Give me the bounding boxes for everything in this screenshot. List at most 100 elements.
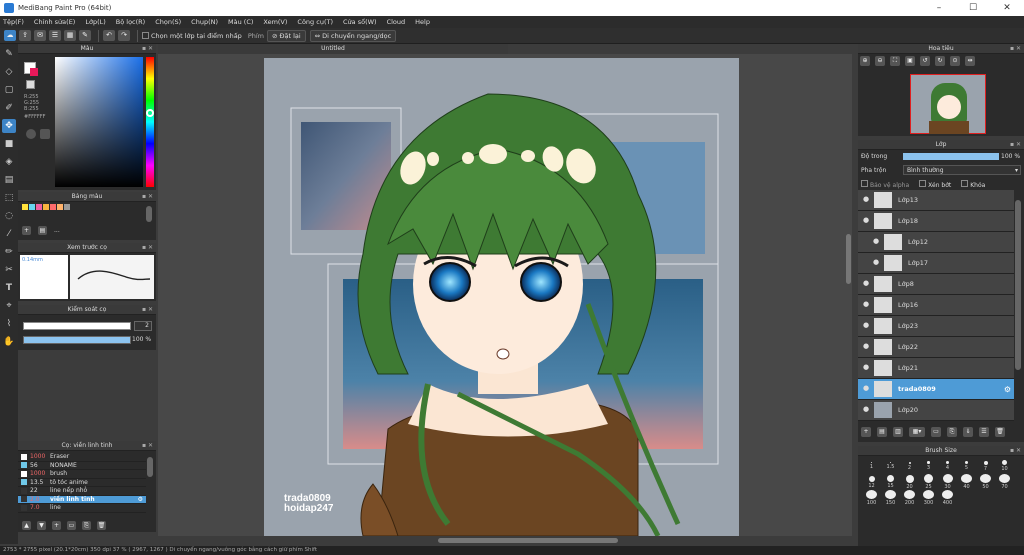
layer-item[interactable]: ● Lớp18 <box>858 211 1014 232</box>
flip-icon[interactable]: ⇹ <box>965 56 975 66</box>
brush-size-option[interactable]: 1 <box>862 458 881 474</box>
zoom-out-icon[interactable]: ⊖ <box>875 56 885 66</box>
brush-opacity-slider[interactable] <box>23 336 131 344</box>
hand-tool-icon[interactable]: ✋ <box>2 335 16 349</box>
actual-size-icon[interactable]: ▣ <box>905 56 915 66</box>
brush-size-option[interactable]: 70 <box>995 474 1014 490</box>
brush-up-icon[interactable]: ▲ <box>22 521 31 530</box>
eye-icon[interactable]: ● <box>871 258 881 268</box>
grid-icon[interactable]: ▦ <box>64 30 76 41</box>
brush-size-option[interactable]: 150 <box>881 490 900 506</box>
brush-size-option[interactable]: 200 <box>900 490 919 506</box>
eye-icon[interactable]: ● <box>861 279 871 289</box>
eye-icon[interactable]: ● <box>861 384 871 394</box>
brush-item[interactable]: 7.0 line <box>18 504 146 513</box>
brush-list-scrollbar[interactable] <box>147 457 153 477</box>
eye-icon[interactable]: ● <box>861 363 871 373</box>
select-layer-checkbox[interactable] <box>142 32 149 39</box>
duplicate-layer-icon[interactable]: ⎘ <box>947 427 957 437</box>
add-brush-icon[interactable]: + <box>52 521 61 530</box>
share-icon[interactable]: ✎ <box>79 30 91 41</box>
brush-size-option[interactable]: 50 <box>976 474 995 490</box>
select-eraser-tool-icon[interactable]: ✂ <box>2 263 16 277</box>
artwork[interactable] <box>158 54 852 536</box>
color-wheel-icon[interactable] <box>26 129 36 139</box>
menu-filter[interactable]: Bộ lọc(R) <box>116 18 145 26</box>
menu-window[interactable]: Cửa sổ(W) <box>343 18 377 26</box>
lock-option[interactable]: Khóa <box>961 180 985 189</box>
brush-item[interactable]: 22 line nếp nhỏ <box>18 487 146 496</box>
brush-size-option[interactable]: 10 <box>995 458 1014 474</box>
canvas-vertical-scrollbar[interactable] <box>846 234 851 284</box>
text-tool-icon[interactable]: T <box>2 281 16 295</box>
new-layer-icon[interactable]: + <box>861 427 871 437</box>
brush-down-icon[interactable]: ▼ <box>37 521 46 530</box>
brush-size-option[interactable]: 40 <box>957 474 976 490</box>
canvas-horizontal-scrollbar[interactable] <box>438 538 618 543</box>
hue-slider[interactable] <box>146 57 154 187</box>
brush-size-option[interactable]: 1.5 <box>881 458 900 474</box>
navigator-thumbnail[interactable] <box>910 74 986 134</box>
layer-settings-icon[interactable]: ☰ <box>979 427 989 437</box>
copy-brush-icon[interactable]: ⎘ <box>82 521 91 530</box>
magic-wand-tool-icon[interactable]: ⁄ <box>2 227 16 241</box>
undo-icon[interactable]: ↶ <box>103 30 115 41</box>
palette-scrollbar[interactable] <box>146 206 152 222</box>
blend-mode-select[interactable]: Bình thường ▾ <box>903 165 1021 175</box>
menu-view[interactable]: Xem(V) <box>263 18 287 26</box>
brush-size-option[interactable]: 5 <box>957 458 976 474</box>
zoom-in-icon[interactable]: ⊕ <box>860 56 870 66</box>
menu-tools[interactable]: Công cụ(T) <box>297 18 333 26</box>
eyedropper-tool-icon[interactable]: ⌇ <box>2 317 16 331</box>
delete-brush-icon[interactable]: 🗑 <box>97 521 106 530</box>
fit-icon[interactable]: ⛶ <box>890 56 900 66</box>
brush-item[interactable]: 13.5 tô tóc anime <box>18 479 146 487</box>
brush-size-option[interactable]: 2 <box>900 458 919 474</box>
eye-icon[interactable]: ● <box>861 195 871 205</box>
menu-layer[interactable]: Lớp(L) <box>85 18 105 26</box>
lasso-tool-icon[interactable]: ◌ <box>2 209 16 223</box>
bucket-tool-icon[interactable]: ◈ <box>2 155 16 169</box>
fill-rect-tool-icon[interactable]: ■ <box>2 137 16 151</box>
redo-icon[interactable]: ↷ <box>118 30 130 41</box>
dot-tool-icon[interactable]: ▢ <box>2 83 16 97</box>
hue-handle[interactable] <box>146 109 154 117</box>
clipping-option[interactable]: Xén bớt <box>919 180 951 189</box>
eye-icon[interactable]: ● <box>861 321 871 331</box>
brush-size-option[interactable]: 400 <box>938 490 957 506</box>
select-pen-tool-icon[interactable]: ✏ <box>2 245 16 259</box>
eye-icon[interactable]: ● <box>861 342 871 352</box>
layer-item[interactable]: ● Lớp17 <box>858 253 1014 274</box>
new-palette-icon[interactable]: + <box>22 226 31 235</box>
palette-swatch[interactable] <box>22 204 28 210</box>
canvas-tab[interactable]: Untitled <box>158 44 508 54</box>
brush-size-input[interactable]: 2 <box>134 321 152 331</box>
menu-edit[interactable]: Chỉnh sửa(E) <box>34 18 75 26</box>
minimize-button[interactable]: – <box>922 3 956 13</box>
divide-tool-icon[interactable]: ⌖ <box>2 299 16 313</box>
select-tool-icon[interactable]: ⬚ <box>2 191 16 205</box>
brush-size-option[interactable]: 20 <box>900 474 919 490</box>
eye-icon[interactable]: ● <box>861 300 871 310</box>
layer-item-selected[interactable]: ● trada0809 ⚙ <box>858 379 1014 400</box>
layer-add-menu-icon[interactable]: ▦▾ <box>909 427 925 437</box>
team-icon[interactable]: ☰ <box>49 30 61 41</box>
brush-size-option[interactable]: 100 <box>862 490 881 506</box>
brush-item[interactable]: 56 NONAME <box>18 462 146 470</box>
layer-item[interactable]: ● Lớp16 <box>858 295 1014 316</box>
brush-size-option[interactable]: 15 <box>881 474 900 490</box>
comment-icon[interactable]: ✉ <box>34 30 46 41</box>
brush-size-option[interactable]: 30 <box>938 474 957 490</box>
brush-size-option[interactable]: 7 <box>976 458 995 474</box>
palette-swatch[interactable] <box>29 204 35 210</box>
secondary-color-swatch[interactable] <box>30 68 38 76</box>
maximize-button[interactable]: ☐ <box>956 3 990 13</box>
new-8bit-layer-icon[interactable]: ▥ <box>893 427 903 437</box>
menu-color[interactable]: Màu (C) <box>228 18 253 26</box>
pen-tool-icon[interactable]: ✐ <box>2 101 16 115</box>
protect-alpha-option[interactable]: Bảo vệ alpha <box>861 180 909 189</box>
palette-more[interactable]: ... <box>54 227 60 234</box>
eye-icon[interactable]: ● <box>871 237 881 247</box>
brush-size-option[interactable]: 12 <box>862 474 881 490</box>
brush-size-option[interactable]: 3 <box>919 458 938 474</box>
